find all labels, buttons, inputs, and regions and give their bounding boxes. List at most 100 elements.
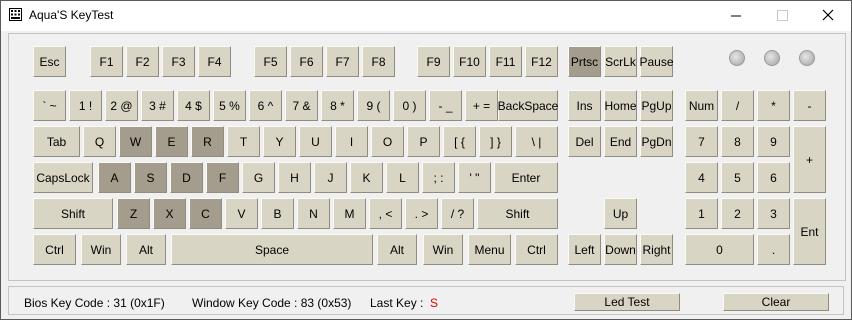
close-button[interactable] — [805, 1, 851, 31]
key-n[interactable]: N — [297, 198, 330, 229]
key-2[interactable]: 2 @ — [105, 90, 138, 121]
key-quote[interactable]: ' " — [458, 162, 491, 193]
key-f12[interactable]: F12 — [525, 46, 558, 77]
key-a[interactable]: A — [98, 162, 131, 193]
key-v[interactable]: V — [225, 198, 258, 229]
key-menu[interactable]: Menu — [468, 234, 511, 265]
key-pgup[interactable]: PgUp — [640, 90, 673, 121]
key-u[interactable]: U — [299, 126, 332, 157]
key-k[interactable]: K — [350, 162, 383, 193]
key-npadd[interactable]: + — [793, 126, 826, 193]
key-h[interactable]: H — [278, 162, 311, 193]
key-f9[interactable]: F9 — [417, 46, 450, 77]
key-f5[interactable]: F5 — [254, 46, 287, 77]
key-comma[interactable]: , < — [369, 198, 402, 229]
key-slash[interactable]: / ? — [441, 198, 474, 229]
key-w[interactable]: W — [119, 126, 152, 157]
key-i[interactable]: I — [335, 126, 368, 157]
key-np4[interactable]: 4 — [685, 162, 718, 193]
key-rwin[interactable]: Win — [423, 234, 463, 265]
key-y[interactable]: Y — [263, 126, 296, 157]
key-backtick[interactable]: ` ~ — [33, 90, 66, 121]
key-np5[interactable]: 5 — [721, 162, 754, 193]
key-x[interactable]: X — [153, 198, 186, 229]
key-f8[interactable]: F8 — [362, 46, 395, 77]
key-6[interactable]: 6 ^ — [249, 90, 282, 121]
key-m[interactable]: M — [333, 198, 366, 229]
key-backslash[interactable]: \ | — [515, 126, 558, 157]
key-npenter[interactable]: Ent — [793, 198, 826, 265]
key-np1[interactable]: 1 — [685, 198, 718, 229]
key-np2[interactable]: 2 — [721, 198, 754, 229]
key-lalt[interactable]: Alt — [126, 234, 166, 265]
key-rctrl[interactable]: Ctrl — [515, 234, 558, 265]
key-enter[interactable]: Enter — [494, 162, 558, 193]
key-lbracket[interactable]: [ { — [443, 126, 476, 157]
key-b[interactable]: B — [261, 198, 294, 229]
key-4[interactable]: 4 $ — [177, 90, 210, 121]
key-np9[interactable]: 9 — [757, 126, 790, 157]
key-f2[interactable]: F2 — [126, 46, 159, 77]
key-npdot[interactable]: . — [757, 234, 790, 265]
key-npmul[interactable]: * — [757, 90, 790, 121]
key-pgdn[interactable]: PgDn — [640, 126, 673, 157]
key-esc[interactable]: Esc — [33, 46, 66, 77]
key-capslock[interactable]: CapsLock — [33, 162, 93, 193]
key-5[interactable]: 5 % — [213, 90, 246, 121]
key-t[interactable]: T — [227, 126, 260, 157]
key-s[interactable]: S — [134, 162, 167, 193]
key-8[interactable]: 8 * — [321, 90, 354, 121]
key-z[interactable]: Z — [117, 198, 150, 229]
key-scrlk[interactable]: ScrLk — [604, 46, 637, 77]
key-ralt[interactable]: Alt — [377, 234, 417, 265]
key-backspace[interactable]: BackSpace — [498, 90, 558, 121]
key-ins[interactable]: Ins — [568, 90, 601, 121]
key-space[interactable]: Space — [171, 234, 373, 265]
key-f6[interactable]: F6 — [290, 46, 323, 77]
key-d[interactable]: D — [170, 162, 203, 193]
key-right[interactable]: Right — [640, 234, 673, 265]
key-g[interactable]: G — [242, 162, 275, 193]
key-e[interactable]: E — [155, 126, 188, 157]
key-prtsc[interactable]: Prtsc — [568, 46, 601, 77]
key-np3[interactable]: 3 — [757, 198, 790, 229]
key-up[interactable]: Up — [604, 198, 637, 229]
key-npsub[interactable]: - — [793, 90, 826, 121]
key-f4[interactable]: F4 — [198, 46, 231, 77]
key-rbracket[interactable]: ] } — [479, 126, 512, 157]
key-j[interactable]: J — [314, 162, 347, 193]
key-0[interactable]: 0 ) — [393, 90, 426, 121]
key-f[interactable]: F — [206, 162, 239, 193]
key-np7[interactable]: 7 — [685, 126, 718, 157]
key-equals[interactable]: + = — [465, 90, 498, 121]
key-home[interactable]: Home — [604, 90, 637, 121]
key-o[interactable]: O — [371, 126, 404, 157]
key-f11[interactable]: F11 — [489, 46, 522, 77]
key-npdiv[interactable]: / — [721, 90, 754, 121]
clear-button[interactable]: Clear — [723, 293, 829, 311]
key-lctrl[interactable]: Ctrl — [33, 234, 76, 265]
minimize-button[interactable] — [713, 1, 759, 31]
key-l[interactable]: L — [386, 162, 419, 193]
key-q[interactable]: Q — [83, 126, 116, 157]
key-np8[interactable]: 8 — [721, 126, 754, 157]
key-del[interactable]: Del — [568, 126, 601, 157]
key-lshift[interactable]: Shift — [33, 198, 113, 229]
key-pause[interactable]: Pause — [639, 46, 674, 77]
key-r[interactable]: R — [191, 126, 224, 157]
key-f3[interactable]: F3 — [162, 46, 195, 77]
key-lwin[interactable]: Win — [81, 234, 121, 265]
maximize-button[interactable] — [759, 1, 805, 31]
key-np0[interactable]: 0 — [685, 234, 754, 265]
key-9[interactable]: 9 ( — [357, 90, 390, 121]
led-test-button[interactable]: Led Test — [574, 293, 680, 311]
key-minus[interactable]: - _ — [429, 90, 462, 121]
key-3[interactable]: 3 # — [141, 90, 174, 121]
key-f7[interactable]: F7 — [326, 46, 359, 77]
key-tab[interactable]: Tab — [33, 126, 80, 157]
key-7[interactable]: 7 & — [285, 90, 318, 121]
key-f10[interactable]: F10 — [453, 46, 486, 77]
key-np6[interactable]: 6 — [757, 162, 790, 193]
key-c[interactable]: C — [189, 198, 222, 229]
key-semicolon[interactable]: ; : — [422, 162, 455, 193]
